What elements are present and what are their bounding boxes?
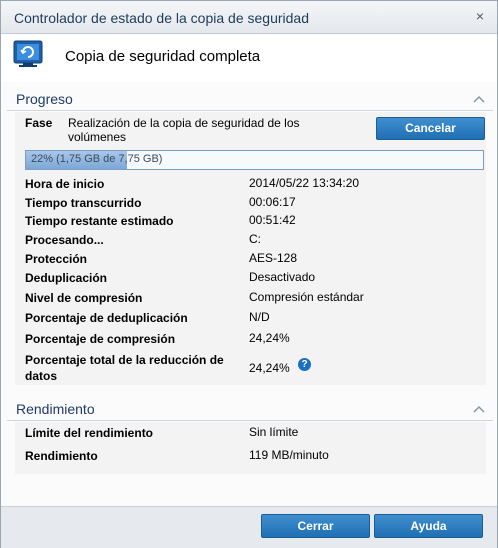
row-value-dedup-percent: N/D [249,310,270,324]
collapse-up-icon[interactable] [473,94,485,104]
row-label-processing: Procesando... [25,233,104,247]
row-value-start-time: 2014/05/22 13:34:20 [249,176,360,190]
row-value-throughput: 119 MB/minuto [249,448,329,462]
row-value-throughput-limit: Sin límite [249,425,299,439]
page-title: Copia de seguridad completa [65,48,261,65]
row-label-deduplication: Deduplicación [25,271,108,285]
progress-bar: 22% (1,75 GB de 7,75 GB) [25,150,484,170]
row-label-remaining: Tiempo restante estimado [25,214,174,228]
progress-section-header[interactable]: Progreso [7,88,493,111]
row-label-elapsed: Tiempo transcurrido [25,196,142,210]
collapse-up-icon[interactable] [473,404,485,414]
row-label-start-time: Hora de inicio [25,177,105,191]
row-label-throughput: Rendimiento [25,449,98,463]
performance-section-header[interactable]: Rendimiento [7,398,493,421]
backup-monitor-icon [13,40,43,67]
row-value-total-reduction: 24,24% [249,361,290,375]
performance-panel: Límite del rendimiento Sin límite Rendim… [15,422,486,474]
section-title-progress: Progreso [16,91,73,107]
window-title: Controlador de estado de la copia de seg… [14,10,309,26]
row-value-deduplication: Desactivado [249,270,316,284]
help-question-icon[interactable]: ? [298,358,311,371]
row-value-protection: AES-128 [249,251,298,265]
row-value-processing: C: [249,232,261,246]
row-label-dedup-percent: Porcentaje de deduplicación [25,311,188,325]
progress-text: 22% (1,75 GB de 7,75 GB) [31,153,163,165]
dialog-footer: Cerrar Ayuda [1,506,497,548]
title-bar[interactable]: Controlador de estado de la copia de seg… [1,1,497,34]
row-label-throughput-limit: Límite del rendimiento [25,426,154,440]
row-value-compression-percent: 24,24% [249,331,290,345]
backup-status-dialog: Controlador de estado de la copia de seg… [0,0,498,548]
row-value-compression-level: Compresión estándar [249,290,364,304]
cancel-button[interactable]: Cancelar [376,117,485,140]
row-label-compression-level: Nivel de compresión [25,291,143,305]
header: Copia de seguridad completa [1,34,497,82]
row-value-elapsed: 00:06:17 [249,195,296,209]
phase-value: Realización de la copia de seguridad de … [68,116,300,144]
close-button[interactable]: Cerrar [261,514,370,538]
row-label-compression-percent: Porcentaje de compresión [25,332,176,346]
row-label-total-reduction: Porcentaje total de la reducción de dato… [25,353,224,383]
progress-panel: Fase Realización de la copia de segurida… [15,112,486,385]
row-label-protection: Protección [25,252,88,266]
row-value-remaining: 00:51:42 [249,213,296,227]
help-button[interactable]: Ayuda [374,514,483,538]
phase-label: Fase [25,116,53,130]
section-title-performance: Rendimiento [16,401,95,417]
close-icon[interactable]: × [472,8,488,24]
